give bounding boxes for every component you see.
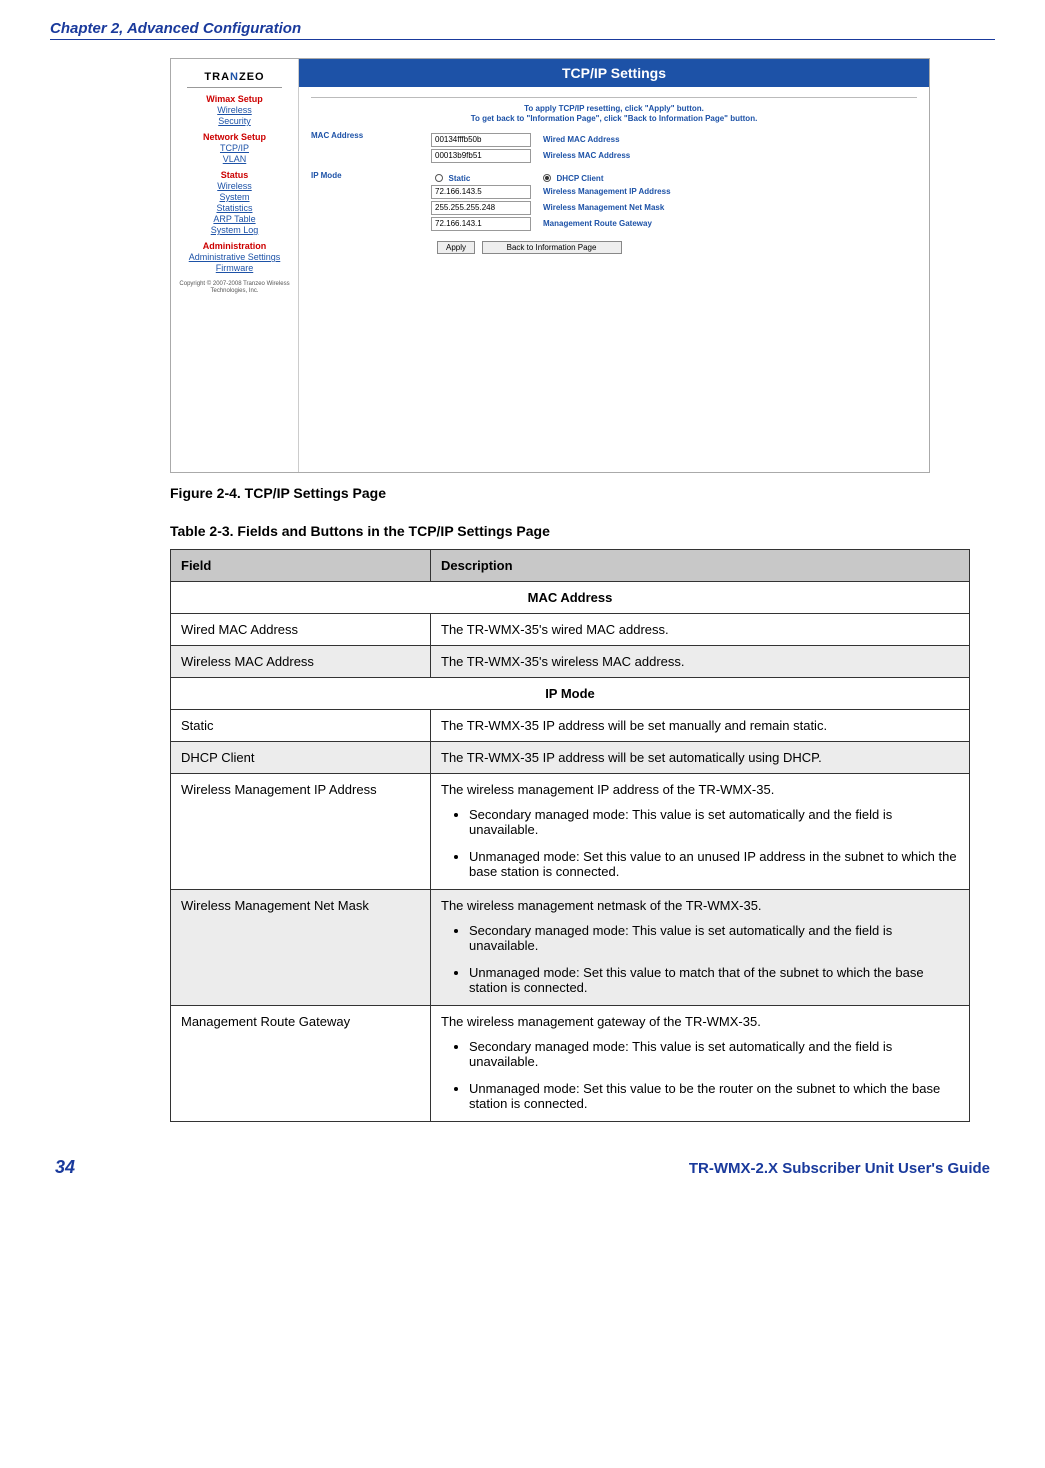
instruction-line: To get back to "Information Page", click…	[311, 114, 917, 124]
footer: 34 TR-WMX-2.X Subscriber Unit User's Gui…	[50, 1157, 995, 1178]
field-desc: The TR-WMX-35's wired MAC address.	[431, 614, 970, 646]
bullet: Secondary managed mode: This value is se…	[469, 1039, 959, 1069]
ip-input[interactable]	[431, 217, 531, 231]
table-row: Wireless Management Net Mask The wireless…	[171, 890, 970, 1006]
chapter-title: Chapter 2, Advanced Configuration	[50, 20, 995, 37]
table-row: DHCP Client The TR-WMX-35 IP address will…	[171, 742, 970, 774]
back-button[interactable]: Back to Information Page	[482, 241, 622, 254]
sidebar-group-title: Status	[175, 170, 294, 180]
apply-button[interactable]: Apply	[437, 241, 475, 254]
field-desc: Wireless MAC Address	[543, 151, 630, 160]
logo-part: N	[230, 71, 239, 83]
dhcp-radio[interactable]	[543, 174, 551, 182]
screenshot-sidebar: TRANZEO Wimax SetupWirelessSecurityNetwo…	[171, 59, 299, 472]
sidebar-link[interactable]: Administrative Settings	[175, 252, 294, 262]
ip-input[interactable]	[431, 185, 531, 199]
bullet: Unmanaged mode: Set this value to an unu…	[469, 849, 959, 879]
col-field: Field	[171, 550, 431, 582]
guide-title: TR-WMX-2.X Subscriber Unit User's Guide	[689, 1160, 990, 1177]
sidebar-link[interactable]: ARP Table	[175, 214, 294, 224]
field-desc: Management Route Gateway	[543, 219, 652, 228]
desc-text: The wireless management IP address of th…	[441, 782, 959, 797]
sidebar-link[interactable]: VLAN	[175, 154, 294, 164]
desc-text: The TR-WMX-35 IP address will be set man…	[441, 718, 959, 733]
logo-part: ZEO	[239, 71, 265, 83]
panel-title: TCP/IP Settings	[299, 59, 929, 87]
desc-text: The TR-WMX-35's wired MAC address.	[441, 622, 959, 637]
field-desc: The wireless management gateway of the T…	[431, 1006, 970, 1122]
field-name: Wireless Management IP Address	[171, 774, 431, 890]
screenshot-main: TCP/IP Settings To apply TCP/IP resettin…	[299, 59, 929, 472]
field-desc: The wireless management IP address of th…	[431, 774, 970, 890]
logo-part: TRA	[204, 71, 230, 83]
logo: TRANZEO	[175, 71, 294, 83]
mac-input[interactable]	[431, 149, 531, 163]
table-row: Wireless Management IP Address The wirele…	[171, 774, 970, 890]
ip-mode-label: IP Mode	[311, 171, 431, 254]
field-desc: The TR-WMX-35 IP address will be set man…	[431, 710, 970, 742]
field-desc: Wired MAC Address	[543, 135, 620, 144]
sidebar-link[interactable]: Statistics	[175, 203, 294, 213]
table-row: Wired MAC Address The TR-WMX-35's wired M…	[171, 614, 970, 646]
desc-text: The wireless management gateway of the T…	[441, 1014, 959, 1029]
static-radio[interactable]	[435, 174, 443, 182]
sidebar-link[interactable]: System	[175, 192, 294, 202]
sidebar-group-title: Network Setup	[175, 132, 294, 142]
instructions: To apply TCP/IP resetting, click "Apply"…	[311, 104, 917, 125]
sidebar-link[interactable]: Firmware	[175, 263, 294, 273]
field-desc: The wireless management netmask of the T…	[431, 890, 970, 1006]
field-name: Wired MAC Address	[171, 614, 431, 646]
sidebar-group-title: Wimax Setup	[175, 94, 294, 104]
table-row: Management Route Gateway The wireless man…	[171, 1006, 970, 1122]
screenshot: TRANZEO Wimax SetupWirelessSecurityNetwo…	[170, 58, 930, 473]
field-name: Wireless MAC Address	[171, 646, 431, 678]
sidebar-link[interactable]: TCP/IP	[175, 143, 294, 153]
static-label: Static	[449, 174, 471, 183]
desc-text: The TR-WMX-35's wireless MAC address.	[441, 654, 959, 669]
field-name: DHCP Client	[171, 742, 431, 774]
field-name: Wireless Management Net Mask	[171, 890, 431, 1006]
col-desc: Description	[431, 550, 970, 582]
field-name: Static	[171, 710, 431, 742]
dhcp-label: DHCP Client	[557, 174, 604, 183]
table-row: Static The TR-WMX-35 IP address will be s…	[171, 710, 970, 742]
mac-address-label: MAC Address	[311, 131, 431, 165]
sidebar-link[interactable]: Security	[175, 116, 294, 126]
section-header: IP Mode	[171, 678, 970, 710]
bullet: Unmanaged mode: Set this value to be the…	[469, 1081, 959, 1111]
page-number: 34	[55, 1157, 75, 1178]
sidebar-link[interactable]: System Log	[175, 225, 294, 235]
sidebar-group-title: Administration	[175, 241, 294, 251]
field-desc: Wireless Management IP Address	[543, 187, 671, 196]
table-caption: Table 2-3. Fields and Buttons in the TCP…	[170, 523, 995, 539]
ip-input[interactable]	[431, 201, 531, 215]
mac-input[interactable]	[431, 133, 531, 147]
fields-table: Field Description MAC AddressWired MAC A…	[170, 549, 970, 1122]
copyright: Copyright © 2007-2008 Tranzeo Wireless T…	[175, 281, 294, 295]
field-desc: The TR-WMX-35's wireless MAC address.	[431, 646, 970, 678]
sidebar-link[interactable]: Wireless	[175, 181, 294, 191]
sidebar-link[interactable]: Wireless	[175, 105, 294, 115]
field-name: Management Route Gateway	[171, 1006, 431, 1122]
section-header: MAC Address	[171, 582, 970, 614]
bullet: Secondary managed mode: This value is se…	[469, 923, 959, 953]
bullet: Unmanaged mode: Set this value to match …	[469, 965, 959, 995]
field-desc: The TR-WMX-35 IP address will be set aut…	[431, 742, 970, 774]
divider	[50, 39, 995, 40]
desc-text: The TR-WMX-35 IP address will be set aut…	[441, 750, 959, 765]
table-row: Wireless MAC Address The TR-WMX-35's wire…	[171, 646, 970, 678]
field-desc: Wireless Management Net Mask	[543, 203, 664, 212]
bullet: Secondary managed mode: This value is se…	[469, 807, 959, 837]
figure-caption: Figure 2-4. TCP/IP Settings Page	[170, 485, 995, 501]
desc-text: The wireless management netmask of the T…	[441, 898, 959, 913]
instruction-line: To apply TCP/IP resetting, click "Apply"…	[311, 104, 917, 114]
